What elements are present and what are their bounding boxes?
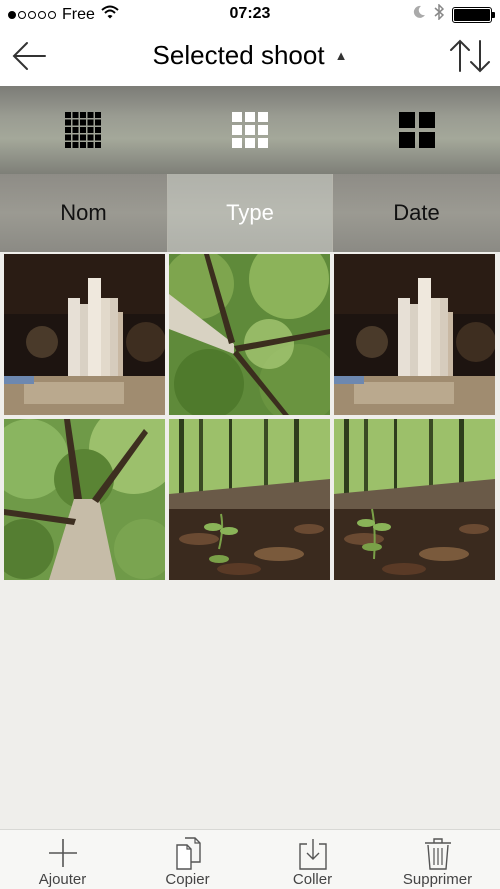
photo-thumbnail-tree-canopy[interactable] <box>169 254 330 415</box>
add-label: Ajouter <box>38 871 87 888</box>
tab-type[interactable]: Type <box>167 174 333 252</box>
plus-icon <box>48 839 77 867</box>
delete-button[interactable]: Supprimer <box>375 830 500 889</box>
grid-3x3-icon <box>232 112 268 148</box>
bluetooth-icon <box>434 3 445 25</box>
bottom-toolbar: Ajouter Copier Coller Supprimer <box>0 829 500 889</box>
battery-level <box>454 8 490 21</box>
sort-tabs: Nom Type Date <box>0 174 500 252</box>
moon-icon <box>412 5 426 24</box>
tab-nom[interactable]: Nom <box>0 174 167 252</box>
trash-icon <box>424 838 451 870</box>
delete-label: Supprimer <box>402 871 473 888</box>
paste-icon <box>298 839 327 870</box>
copy-label: Copier <box>165 871 210 888</box>
paste-button[interactable]: Coller <box>250 830 375 889</box>
photo-thumbnail-tree-trunk[interactable] <box>4 419 165 580</box>
battery-icon <box>452 6 495 23</box>
tab-date[interactable]: Date <box>333 174 500 252</box>
sort-button[interactable] <box>448 38 492 74</box>
copy-button[interactable]: Copier <box>125 830 250 889</box>
photo-thumbnail-bookshelf[interactable] <box>4 254 165 415</box>
status-icons <box>412 3 495 25</box>
page-title: Selected shoot <box>152 40 325 70</box>
photo-grid <box>4 254 496 582</box>
title-dropdown-icon: ▲ <box>334 48 348 63</box>
grid-2x2-icon <box>399 112 435 148</box>
paste-label: Coller <box>292 871 333 888</box>
page-title-button[interactable]: Selected shoot ▲ <box>0 40 500 71</box>
grid-5x5-icon <box>65 112 101 148</box>
status-bar: Free 07:23 <box>0 0 500 28</box>
grid-3x3-option[interactable] <box>167 86 333 174</box>
copy-icon <box>175 837 201 870</box>
grid-size-selector <box>0 86 500 174</box>
photo-thumbnail-forest-floor[interactable] <box>334 419 495 580</box>
photo-thumbnail-bookshelf[interactable] <box>334 254 495 415</box>
photo-thumbnail-forest-floor[interactable] <box>169 419 330 580</box>
add-button[interactable]: Ajouter <box>0 830 125 889</box>
sort-arrows-icon <box>450 39 490 73</box>
nav-bar: Selected shoot ▲ <box>0 28 500 86</box>
grid-5x5-option[interactable] <box>0 86 166 174</box>
grid-2x2-option[interactable] <box>334 86 500 174</box>
